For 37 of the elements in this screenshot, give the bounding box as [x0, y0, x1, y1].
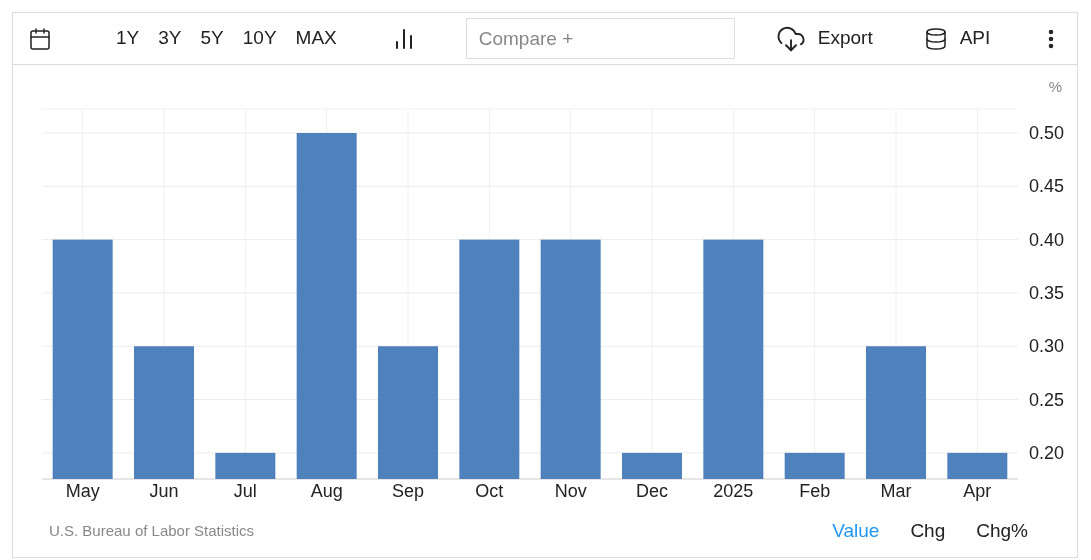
bar — [215, 452, 276, 479]
x-axis-label: Oct — [475, 481, 504, 501]
range-tab[interactable]: 3Y — [149, 20, 191, 57]
range-tab[interactable]: 5Y — [191, 20, 233, 57]
y-axis-label: 0.45 — [1029, 176, 1065, 197]
x-axis-label: Feb — [799, 481, 831, 501]
bar — [622, 452, 682, 479]
mode-tab[interactable]: Chg% — [973, 516, 1031, 546]
x-axis-label: Mar — [880, 481, 912, 501]
y-axis-label: 0.25 — [1029, 389, 1065, 410]
compare-field[interactable]: Compare + — [465, 18, 735, 59]
api-button[interactable]: API — [923, 24, 991, 53]
y-axis-label: 0.50 — [1029, 123, 1065, 143]
bar — [947, 452, 1008, 479]
x-axis-label: May — [65, 481, 100, 501]
y-axis-label: 0.30 — [1029, 336, 1065, 357]
x-axis-label: Jun — [149, 481, 179, 501]
range-tab[interactable]: MAX — [286, 20, 346, 57]
x-axis-label: Apr — [963, 481, 992, 501]
bar — [784, 452, 845, 479]
range-tab[interactable]: 10Y — [233, 20, 286, 57]
y-axis-label: 0.35 — [1029, 282, 1065, 303]
x-axis-label: Dec — [636, 481, 668, 501]
unit-label: % — [1048, 78, 1062, 95]
x-axis-label: Jul — [233, 481, 257, 501]
database-icon — [923, 25, 948, 52]
y-axis-label: 0.20 — [1029, 442, 1065, 463]
source-text: U.S. Bureau of Labor Statistics — [49, 520, 255, 541]
range-tab[interactable]: 1Y — [107, 20, 149, 57]
x-axis-label: Sep — [392, 481, 424, 501]
x-axis-label: Aug — [310, 481, 343, 501]
x-axis-label: Nov — [554, 481, 587, 501]
mode-tab[interactable]: Chg — [907, 516, 949, 546]
y-axis-label: 0.40 — [1029, 229, 1065, 250]
export-button[interactable]: Export — [775, 23, 873, 54]
x-axis-label: 2025 — [713, 481, 754, 501]
calendar-icon[interactable] — [28, 26, 52, 51]
